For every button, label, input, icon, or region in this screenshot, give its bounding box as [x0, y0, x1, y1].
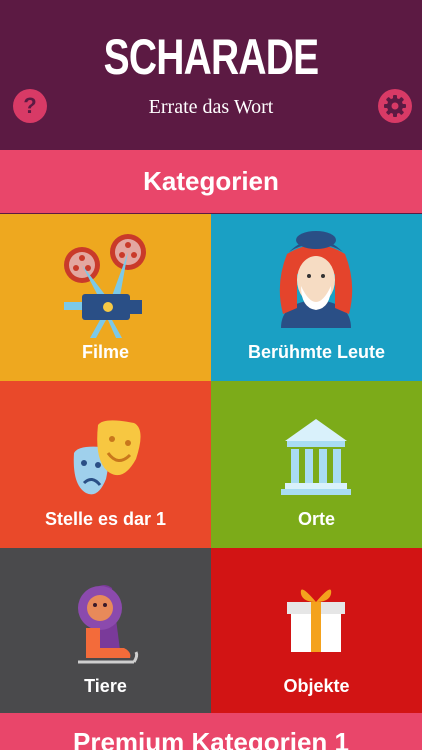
category-tile-orte[interactable]: Orte — [211, 381, 422, 548]
category-tile-beruehmte-leute[interactable]: Berühmte Leute — [211, 214, 422, 381]
temple-building-icon — [281, 419, 351, 495]
settings-button[interactable] — [378, 89, 412, 123]
categories-heading: Kategorien — [0, 150, 422, 213]
category-tile-objekte[interactable]: Objekte — [211, 548, 422, 715]
category-label: Filme — [81, 342, 129, 362]
category-label: Berühmte Leute — [247, 342, 386, 362]
app-logo: SCHARADE — [103, 29, 320, 85]
category-tile-stelle-es-dar[interactable]: Stelle es dar 1 — [0, 381, 211, 548]
category-tile-filme[interactable]: Filme — [0, 214, 211, 381]
category-label: Orte — [297, 509, 335, 529]
gear-icon — [384, 95, 406, 117]
film-projector-icon — [64, 234, 146, 338]
category-label: Objekte — [283, 676, 350, 696]
app-header: SCHARADE Errate das Wort ? — [0, 0, 422, 148]
famous-person-icon — [279, 231, 353, 328]
premium-categories-heading[interactable]: Premium Kategorien 1 — [0, 713, 422, 750]
app-tagline: Errate das Wort — [148, 96, 274, 118]
category-label: Tiere — [84, 676, 127, 696]
theater-masks-icon — [73, 420, 141, 495]
gift-box-icon — [287, 589, 345, 652]
category-tile-tiere[interactable]: Tiere — [0, 548, 211, 715]
question-mark-icon: ? — [23, 93, 37, 118]
category-label: Stelle es dar 1 — [44, 509, 167, 529]
lion-skating-icon — [78, 585, 139, 664]
help-button[interactable]: ? — [13, 89, 47, 123]
